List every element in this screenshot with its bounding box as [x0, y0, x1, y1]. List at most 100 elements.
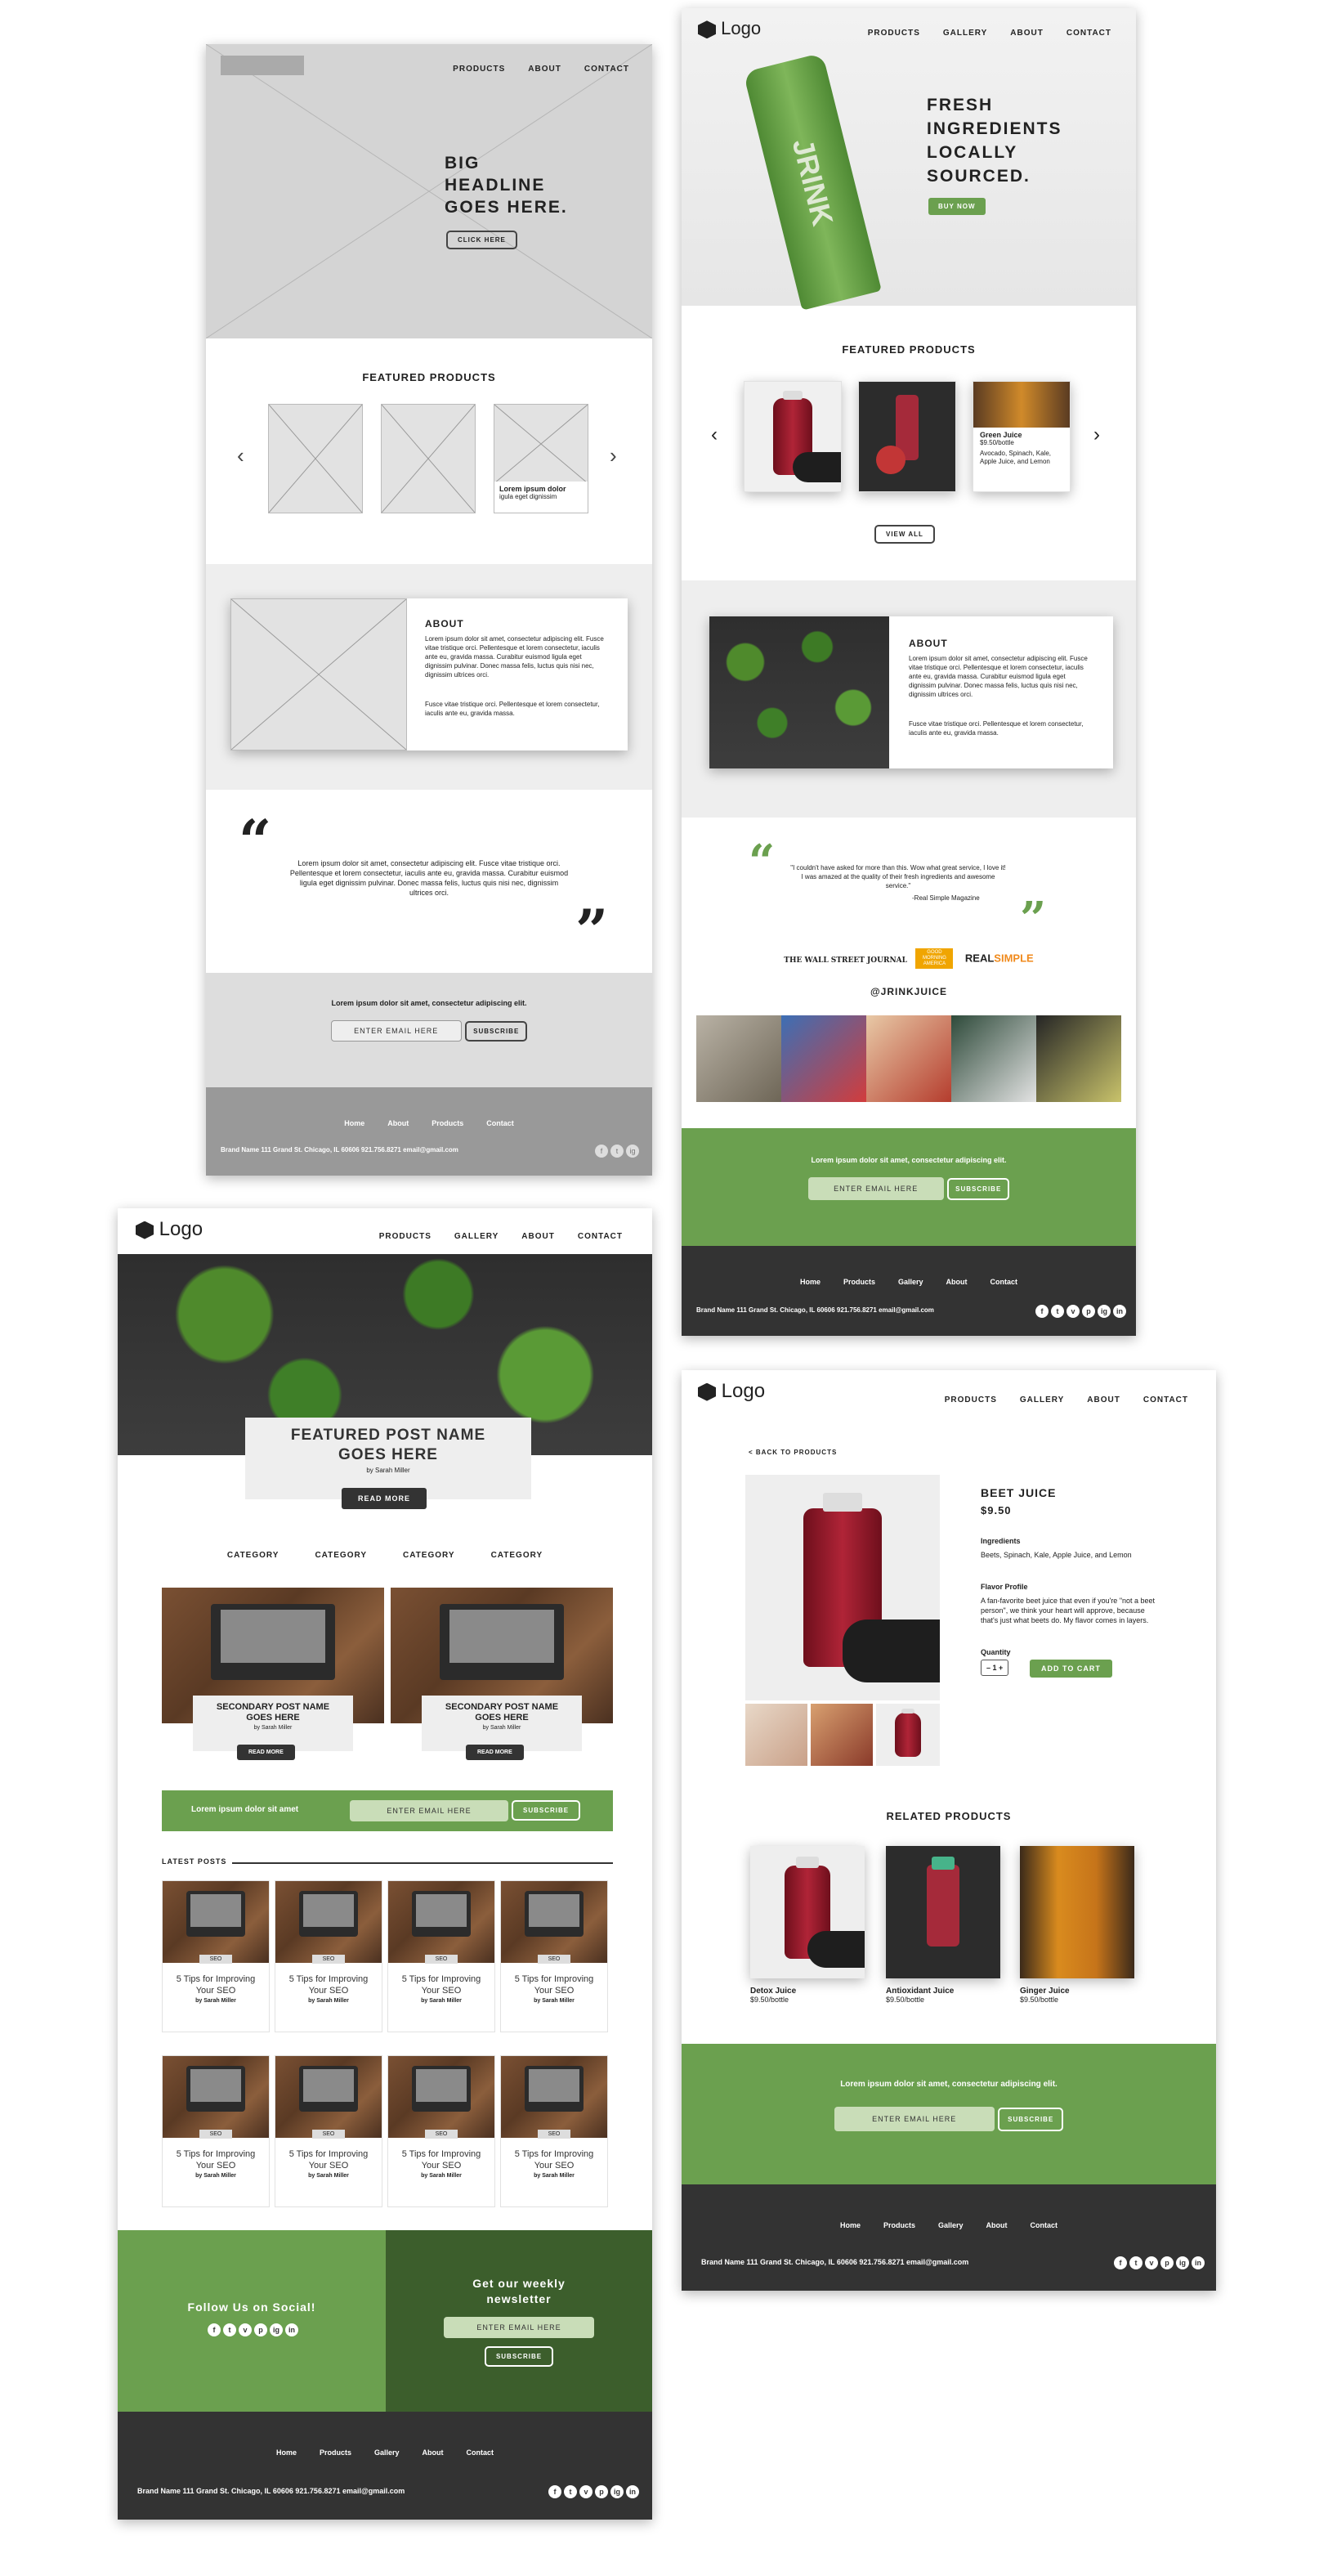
quantity-stepper[interactable]: – 1 + — [981, 1660, 1009, 1676]
featured-read-more-button[interactable]: READ MORE — [342, 1488, 427, 1509]
linkedin-icon[interactable]: in — [1113, 1305, 1126, 1318]
vimeo-icon[interactable]: v — [1066, 1305, 1080, 1318]
post-tag[interactable]: SEO — [538, 1955, 570, 1964]
post-tag[interactable]: SEO — [425, 1955, 458, 1964]
tumblr-icon[interactable]: t — [1051, 1305, 1064, 1318]
tumblr-icon[interactable]: t — [223, 2323, 236, 2336]
logo-placeholder[interactable] — [221, 56, 304, 75]
footer-link-home[interactable]: Home — [840, 2221, 861, 2229]
related-product-3[interactable]: Ginger Juice $9.50/bottle — [1020, 1846, 1134, 2004]
vimeo-icon[interactable]: v — [239, 2323, 252, 2336]
footer-link-about[interactable]: About — [946, 1278, 968, 1286]
instagram-icon[interactable]: ig — [1098, 1305, 1111, 1318]
product-placeholder-1[interactable] — [268, 404, 363, 513]
nav-products[interactable]: PRODUCTS — [945, 1396, 997, 1404]
subscribe-button[interactable]: SUBSCRIBE — [998, 2108, 1064, 2131]
pinterest-icon[interactable]: p — [254, 2323, 267, 2336]
latest-post-card[interactable]: SEO 5 Tips for Improving Your SEO by Sarah… — [162, 2055, 270, 2207]
product-placeholder-2[interactable] — [381, 404, 476, 513]
carousel-next[interactable]: › — [1093, 423, 1100, 446]
instagram-handle[interactable]: @JRINKJUICE — [682, 986, 1136, 997]
instagram-icon[interactable]: ig — [610, 2485, 624, 2498]
footer-link-contact[interactable]: Contact — [1031, 2221, 1058, 2229]
logo[interactable]: Logo — [136, 1218, 203, 1241]
thumbnail-2[interactable] — [811, 1704, 873, 1766]
email-input[interactable]: ENTER EMAIL HERE — [807, 1177, 944, 1200]
category-link[interactable]: CATEGORY — [227, 1551, 279, 1560]
nav-about[interactable]: ABOUT — [1087, 1396, 1120, 1404]
post-tag[interactable]: SEO — [312, 1955, 345, 1964]
linkedin-icon[interactable]: in — [285, 2323, 298, 2336]
footer-link-home[interactable]: Home — [276, 2448, 297, 2457]
post-tag[interactable]: SEO — [425, 2130, 458, 2139]
category-link[interactable]: CATEGORY — [491, 1551, 543, 1560]
latest-post-card[interactable]: SEO 5 Tips for Improving Your SEO by Sarah… — [275, 2055, 382, 2207]
product-placeholder-3[interactable]: Lorem ipsum dolor igula eget dignissim — [494, 404, 588, 513]
footer-link-gallery[interactable]: Gallery — [374, 2448, 400, 2457]
nav-contact[interactable]: CONTACT — [584, 65, 629, 74]
logo[interactable]: Logo — [698, 18, 761, 39]
carousel-next[interactable]: › — [610, 443, 617, 468]
footer-link-about[interactable]: About — [423, 2448, 444, 2457]
category-link[interactable]: CATEGORY — [403, 1551, 455, 1560]
related-product-1[interactable]: Detox Juice $9.50/bottle — [750, 1846, 865, 2004]
post-tag[interactable]: SEO — [312, 2130, 345, 2139]
latest-post-card[interactable]: SEO 5 Tips for Improving Your SEO by Sarah… — [500, 2055, 608, 2207]
vimeo-icon[interactable]: v — [1145, 2256, 1158, 2269]
view-all-button[interactable]: VIEW ALL — [874, 525, 935, 544]
nav-contact[interactable]: CONTACT — [578, 1232, 623, 1241]
secondary-read-more-button[interactable]: READ MORE — [237, 1745, 295, 1760]
footer-link-contact[interactable]: Contact — [486, 1119, 514, 1127]
nav-products[interactable]: PRODUCTS — [453, 65, 505, 74]
footer-link-home[interactable]: Home — [344, 1119, 364, 1127]
nav-contact[interactable]: CONTACT — [1143, 1396, 1188, 1404]
latest-post-card[interactable]: SEO 5 Tips for Improving Your SEO by Sarah… — [387, 2055, 495, 2207]
facebook-icon[interactable]: f — [1035, 1305, 1049, 1318]
facebook-icon[interactable]: f — [208, 2323, 221, 2336]
twitter-icon[interactable]: t — [610, 1145, 624, 1158]
product-card-3[interactable]: Green Juice $9.50/bottle Avocado, Spinac… — [973, 381, 1071, 492]
facebook-icon[interactable]: f — [1114, 2256, 1127, 2269]
email-input[interactable]: ENTER EMAIL HERE — [350, 1800, 508, 1821]
thumbnail-1[interactable] — [745, 1704, 807, 1766]
facebook-icon[interactable]: f — [548, 2485, 561, 2498]
related-product-2[interactable]: Antioxidant Juice $9.50/bottle — [886, 1846, 1000, 2004]
post-tag[interactable]: SEO — [199, 2130, 232, 2139]
post-tag[interactable]: SEO — [538, 2130, 570, 2139]
footer-link-contact[interactable]: Contact — [990, 1278, 1018, 1286]
vimeo-icon[interactable]: v — [579, 2485, 592, 2498]
thumbnail-3[interactable] — [876, 1704, 940, 1766]
footer-link-home[interactable]: Home — [800, 1278, 821, 1286]
latest-post-card[interactable]: SEO 5 Tips for Improving Your SEO by Sarah… — [500, 1880, 608, 2032]
instagram-icon[interactable]: ig — [626, 1145, 639, 1158]
latest-post-card[interactable]: SEO 5 Tips for Improving Your SEO by Sarah… — [275, 1880, 382, 2032]
nav-gallery[interactable]: GALLERY — [1020, 1396, 1064, 1404]
linkedin-icon[interactable]: in — [1192, 2256, 1205, 2269]
latest-post-card[interactable]: SEO 5 Tips for Improving Your SEO by Sarah… — [387, 1880, 495, 2032]
nav-products[interactable]: PRODUCTS — [868, 29, 920, 38]
email-input[interactable]: ENTER EMAIL HERE — [834, 2107, 995, 2131]
secondary-post-2[interactable]: SECONDARY POST NAME GOES HERE by Sarah M… — [391, 1588, 613, 1760]
footer-link-gallery[interactable]: Gallery — [938, 2221, 964, 2229]
instagram-icon[interactable]: ig — [270, 2323, 283, 2336]
gallery-image[interactable] — [866, 1015, 951, 1102]
gallery-image[interactable] — [951, 1015, 1036, 1102]
footer-link-products[interactable]: Products — [843, 1278, 875, 1286]
latest-post-card[interactable]: SEO 5 Tips for Improving Your SEO by Sarah… — [162, 1880, 270, 2032]
nav-gallery[interactable]: GALLERY — [943, 29, 987, 38]
nav-about[interactable]: ABOUT — [528, 65, 561, 74]
carousel-prev[interactable]: ‹ — [711, 423, 718, 446]
nav-about[interactable]: ABOUT — [1010, 29, 1044, 38]
carousel-prev[interactable]: ‹ — [237, 443, 244, 468]
buy-now-button[interactable]: BUY NOW — [928, 198, 986, 215]
email-input[interactable]: ENTER EMAIL HERE — [330, 1020, 462, 1042]
footer-link-products[interactable]: Products — [320, 2448, 351, 2457]
post-tag[interactable]: SEO — [199, 1955, 232, 1964]
pinterest-icon[interactable]: p — [1082, 1305, 1095, 1318]
product-card-1[interactable] — [744, 381, 842, 492]
instagram-icon[interactable]: ig — [1176, 2256, 1189, 2269]
gallery-image[interactable] — [1036, 1015, 1121, 1102]
footer-link-products[interactable]: Products — [432, 1119, 463, 1127]
nav-about[interactable]: ABOUT — [521, 1232, 555, 1241]
footer-link-about[interactable]: About — [387, 1119, 409, 1127]
